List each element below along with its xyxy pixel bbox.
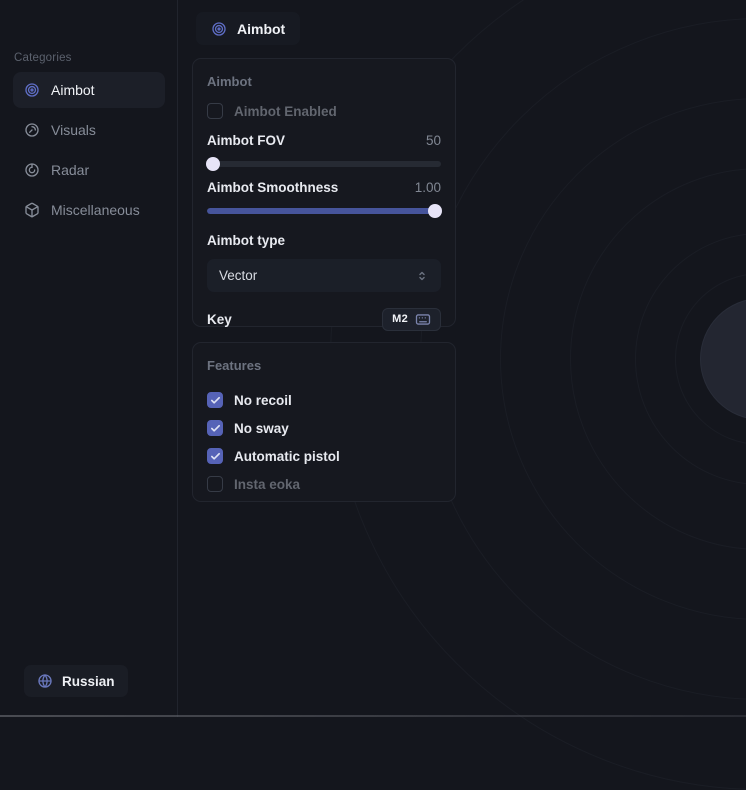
automatic-pistol-checkbox[interactable] — [207, 448, 223, 464]
eye-icon — [24, 122, 40, 138]
sidebar-item-miscellaneous[interactable]: Miscellaneous — [13, 192, 165, 228]
feature-row-no-sway: No sway — [207, 414, 441, 442]
smoothness-label: Aimbot Smoothness — [207, 180, 338, 195]
key-row: Key M2 — [207, 306, 441, 332]
no-recoil-checkbox[interactable] — [207, 392, 223, 408]
aimbot-enabled-label: Aimbot Enabled — [234, 104, 337, 119]
fov-slider-thumb[interactable] — [206, 157, 220, 171]
smoothness-slider-fill — [207, 208, 441, 214]
smoothness-value: 1.00 — [415, 180, 441, 195]
sidebar-item-label: Visuals — [51, 122, 96, 138]
fov-value-row: Aimbot FOV 50 — [207, 133, 441, 148]
sidebar-item-radar[interactable]: Radar — [13, 152, 165, 188]
insta-eoka-checkbox[interactable] — [207, 476, 223, 492]
category-nav: Aimbot Visuals Radar Miscellaneous — [13, 72, 165, 232]
smoothness-value-row: Aimbot Smoothness 1.00 — [207, 180, 441, 195]
check-icon — [210, 423, 221, 434]
smoothness-slider-track[interactable] — [207, 208, 441, 214]
panel-title: Features — [207, 358, 441, 373]
feature-label: Insta eoka — [234, 477, 300, 492]
feature-label: Automatic pistol — [234, 449, 340, 464]
categories-label: Categories — [14, 52, 72, 64]
smoothness-slider[interactable] — [207, 204, 441, 218]
chevron-up-down-icon — [415, 269, 429, 283]
radar-icon — [24, 162, 40, 178]
cube-icon — [24, 202, 40, 218]
tab-aimbot[interactable]: Aimbot — [196, 12, 300, 45]
smoothness-slider-thumb[interactable] — [428, 204, 442, 218]
feature-label: No recoil — [234, 393, 292, 408]
target-icon — [211, 21, 227, 37]
aimbot-panel: Aimbot Aimbot Enabled Aimbot FOV 50 Aimb… — [192, 58, 456, 327]
language-button[interactable]: Russian — [24, 665, 128, 697]
aimbot-type-value: Vector — [219, 268, 257, 283]
sidebar-item-visuals[interactable]: Visuals — [13, 112, 165, 148]
fov-value: 50 — [426, 133, 441, 148]
keyboard-icon — [415, 313, 431, 326]
sidebar-item-label: Radar — [51, 162, 89, 178]
aimbot-type-label: Aimbot type — [207, 233, 441, 248]
sidebar-item-label: Miscellaneous — [51, 202, 140, 218]
aimbot-enabled-row: Aimbot Enabled — [207, 102, 441, 120]
panel-title: Aimbot — [207, 74, 441, 89]
feature-row-no-recoil: No recoil — [207, 386, 441, 414]
check-icon — [210, 395, 221, 406]
target-icon — [24, 82, 40, 98]
tab-label: Aimbot — [237, 21, 285, 37]
sidebar-item-aimbot[interactable]: Aimbot — [13, 72, 165, 108]
globe-icon — [37, 673, 53, 689]
sidebar: Categories Aimbot Visuals Radar Miscella… — [0, 0, 178, 717]
feature-label: No sway — [234, 421, 289, 436]
fov-slider-track[interactable] — [207, 161, 441, 167]
aimbot-enabled-checkbox[interactable] — [207, 103, 223, 119]
key-binding-value: M2 — [392, 313, 408, 325]
key-binding-button[interactable]: M2 — [382, 308, 441, 331]
language-button-label: Russian — [62, 674, 115, 689]
key-label: Key — [207, 312, 232, 327]
feature-row-automatic-pistol: Automatic pistol — [207, 442, 441, 470]
features-panel: Features No recoil No sway Automatic pis… — [192, 342, 456, 502]
fov-slider[interactable] — [207, 157, 441, 171]
sidebar-item-label: Aimbot — [51, 82, 95, 98]
no-sway-checkbox[interactable] — [207, 420, 223, 436]
feature-row-insta-eoka: Insta eoka — [207, 470, 441, 498]
check-icon — [210, 451, 221, 462]
fov-label: Aimbot FOV — [207, 133, 285, 148]
aimbot-type-select[interactable]: Vector — [207, 259, 441, 292]
